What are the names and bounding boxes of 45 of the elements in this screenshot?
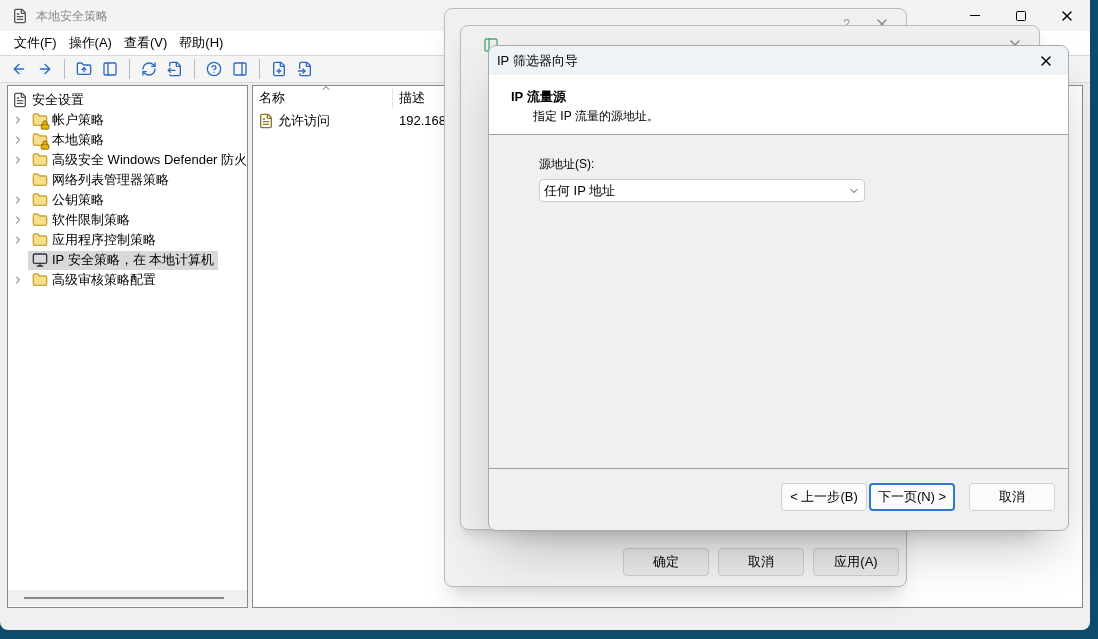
source-address-dropdown[interactable]: 任何 IP 地址 — [539, 179, 865, 202]
tree-item[interactable]: 应用程序控制策略 — [28, 230, 160, 250]
lock-icon — [40, 120, 50, 130]
wizard-subheading: 指定 IP 流量的源地址。 — [532, 107, 660, 125]
tree-item[interactable]: 高级审核策略配置 — [28, 270, 160, 290]
app-icon — [12, 7, 28, 24]
list-item[interactable]: 允许访问 — [253, 111, 393, 131]
folder-icon — [32, 192, 48, 208]
column-header[interactable]: 描述 — [393, 88, 425, 108]
tree-item[interactable]: 软件限制策略 — [28, 210, 134, 230]
folder-icon — [32, 232, 48, 248]
maximize-icon — [1015, 9, 1027, 22]
wizard-button[interactable]: 下一页(N) > — [869, 482, 955, 511]
dialog-button[interactable]: 确定 — [623, 548, 709, 576]
menu-item[interactable]: 帮助(H) — [173, 33, 230, 53]
security-settings-icon — [12, 92, 28, 108]
dialog-title: IP 筛选器向导 — [497, 51, 578, 70]
dialog-button[interactable]: 取消 — [718, 548, 804, 576]
document-icon — [258, 113, 274, 129]
folder-icon — [32, 212, 48, 228]
computer-icon — [32, 252, 48, 268]
menu-item[interactable]: 操作(A) — [62, 33, 118, 53]
field-label: 源地址(S): — [539, 156, 596, 173]
wizard-button[interactable]: 取消 — [969, 482, 1055, 511]
tree-item[interactable]: 安全设置 — [32, 90, 84, 110]
scrollbar[interactable] — [24, 597, 224, 599]
tree-item[interactable]: 高级安全 Windows Defender 防火 — [28, 150, 247, 170]
table-cell-text: 192.168 — [398, 112, 446, 131]
folder-icon — [32, 272, 48, 288]
minimize-icon — [970, 15, 980, 16]
column-header[interactable]: 名称 — [253, 88, 393, 108]
window-title: 本地安全策略 — [36, 7, 108, 25]
tree-item[interactable]: IP 安全策略，在 本地计算机 — [28, 250, 219, 270]
wizard-button[interactable]: < 上一步(B) — [781, 482, 867, 511]
wizard-heading: IP 流量源 — [511, 88, 567, 106]
tree-item[interactable]: 公钥策略 — [28, 190, 108, 210]
folder-icon — [32, 172, 48, 188]
dialog-button[interactable]: 应用(A) — [813, 548, 899, 576]
tree-item[interactable]: 网络列表管理器策略 — [28, 170, 173, 190]
tree-item[interactable]: 帐户策略 — [28, 110, 108, 130]
tree-item[interactable]: 本地策略 — [28, 130, 108, 150]
folder-icon — [32, 152, 48, 168]
lock-icon — [40, 140, 50, 150]
menu-item[interactable]: 文件(F) — [8, 33, 63, 53]
menu-item[interactable]: 查看(V) — [117, 33, 174, 53]
